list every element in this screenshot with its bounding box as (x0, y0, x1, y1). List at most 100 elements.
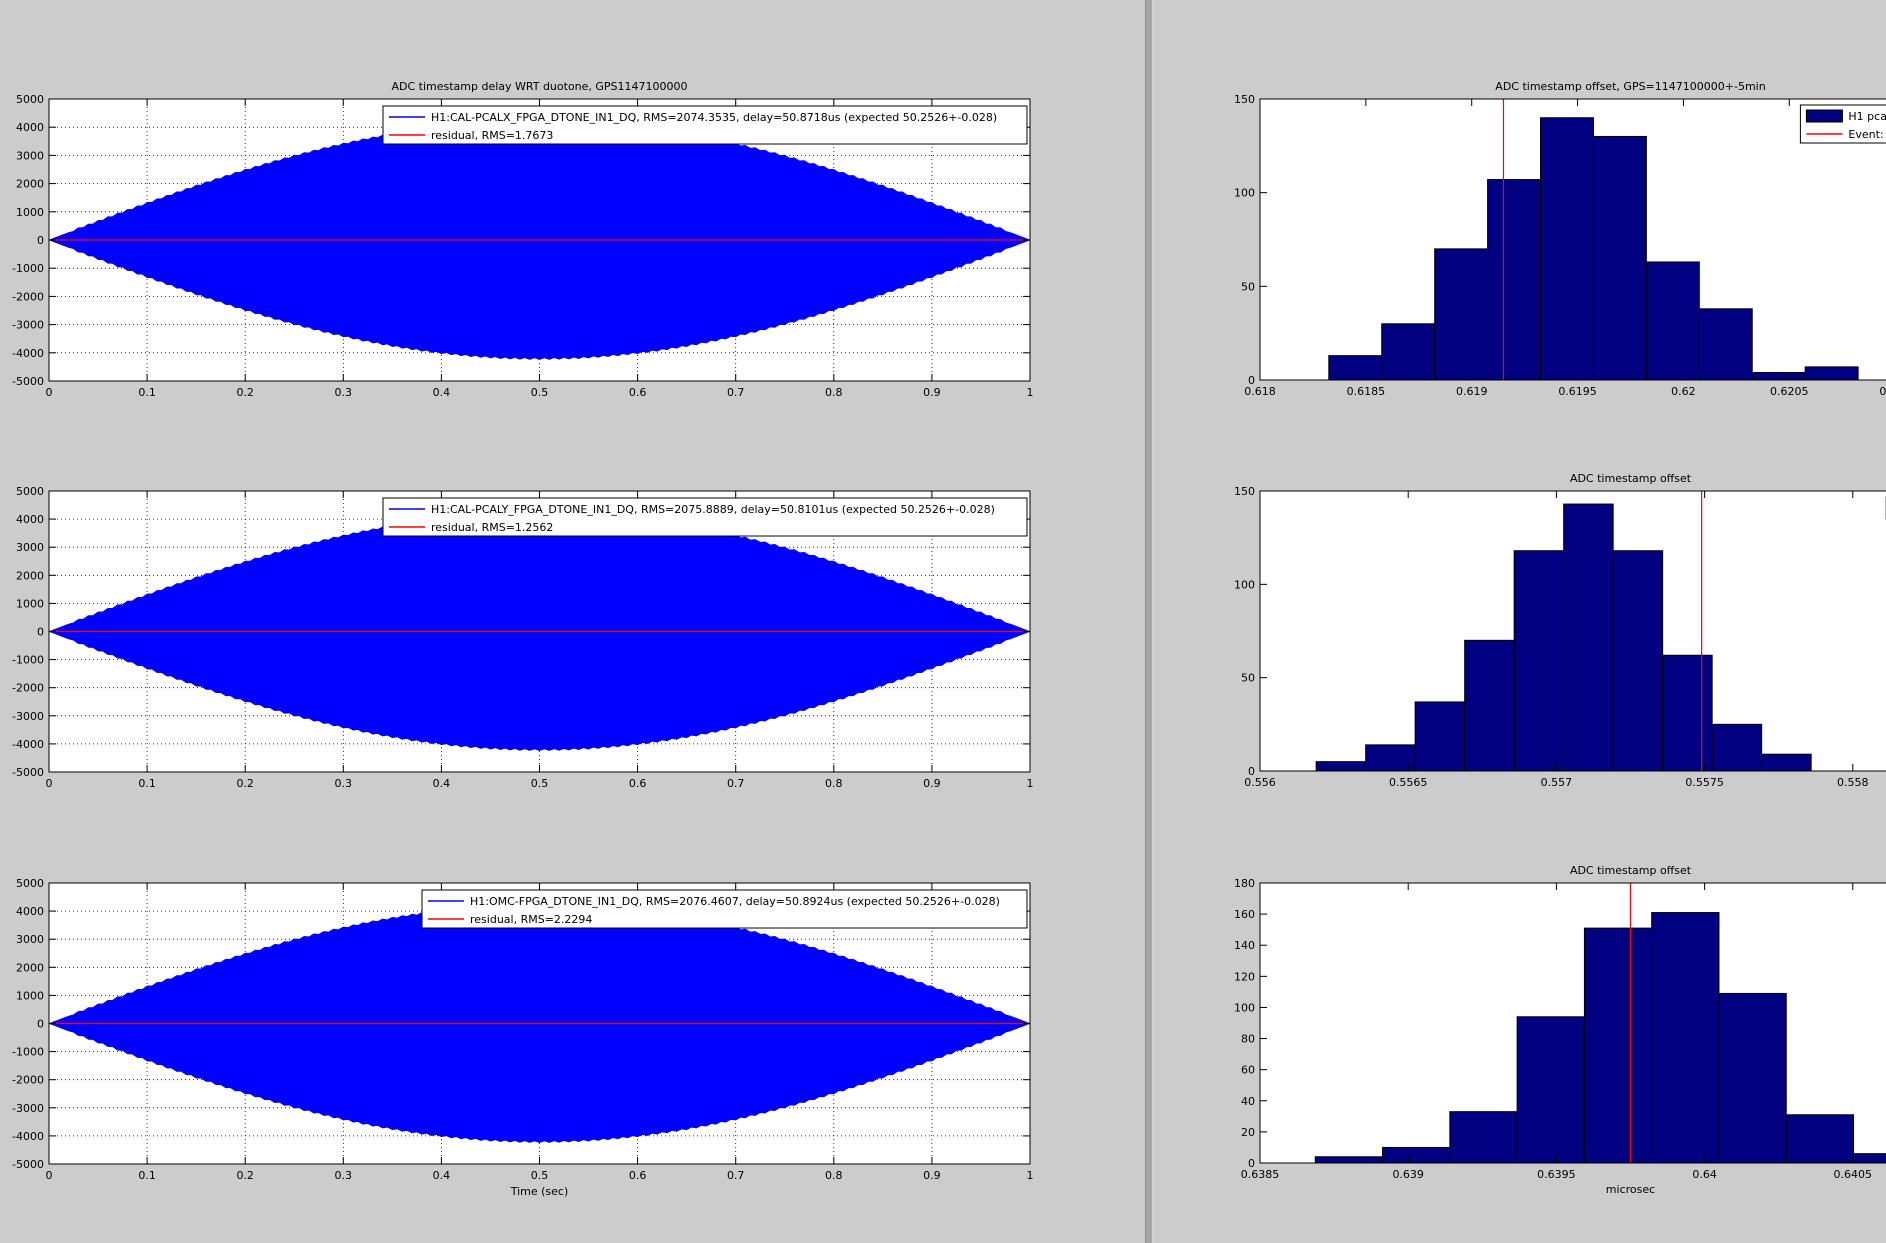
x-tick-label: 0.6 (629, 1169, 647, 1182)
y-tick-label: 0 (37, 1018, 44, 1031)
x-tick-label: 0.3 (335, 386, 353, 399)
right-figure-window: 0.6180.61850.6190.61950.620.62050.6210.6… (1153, 0, 1886, 1243)
y-tick-label: 160 (1234, 908, 1255, 921)
histogram-bar (1751, 372, 1806, 381)
y-tick-label: 140 (1234, 939, 1255, 952)
y-tick-label: -5000 (12, 1158, 44, 1171)
x-tick-label: 0.1 (138, 777, 156, 790)
x-tick-label: 0.3 (335, 1169, 353, 1182)
y-tick-label: 0 (1248, 765, 1255, 778)
histogram-bar (1381, 323, 1436, 381)
timeseries-axes-2: 0 0.1 0.2 0.3 0.4 0.5 0.6 0.7 0.8 0.9 1 -5000 -4000 -… (12, 485, 1033, 790)
legend-label-trace: H1:CAL-PCALX_FPGA_DTONE_IN1_DQ, RMS=2074… (431, 111, 997, 124)
histogram-bar (1513, 550, 1565, 772)
histogram-bar (1382, 1146, 1451, 1164)
histogram-bar (1718, 992, 1787, 1164)
histogram-bar (1645, 261, 1700, 381)
x-tick-label: 0.2 (236, 777, 254, 790)
histogram-bar (1449, 1111, 1518, 1164)
y-tick-label: -4000 (12, 1130, 44, 1143)
y-tick-label: -1000 (12, 654, 44, 667)
x-tick-label: 0.1 (138, 1169, 156, 1182)
histogram-bar (1583, 927, 1653, 1164)
x-tick-label: 0.6185 (1347, 385, 1386, 398)
x-tick-label: 0 (46, 777, 53, 790)
histogram-bar (1414, 701, 1466, 772)
window-divider[interactable] (1145, 0, 1153, 1243)
legend-label-residual: residual, RMS=1.2562 (431, 521, 553, 534)
histogram-bar (1314, 1156, 1384, 1164)
x-tick-label: 0.9 (923, 386, 941, 399)
legend: H1 pcalx Event: GPS=1147100000 (1799, 104, 1886, 144)
x-tick-label: 0.2 (236, 1169, 254, 1182)
y-tick-label: 4000 (16, 513, 44, 526)
x-tick-label: 0.7 (727, 1169, 745, 1182)
x-tick-label: 0.4 (433, 386, 451, 399)
y-tick-label: 1000 (16, 597, 44, 610)
x-tick-label: 0.8 (825, 1169, 843, 1182)
histogram-axes-3: 0.63850.6390.63950.640.64050.64102040608… (1234, 864, 1886, 1196)
y-tick-label: 100 (1234, 578, 1255, 591)
y-tick-label: 0 (37, 234, 44, 247)
left-figure-window: 0 0.1 0.2 0.3 0.4 0.5 0.6 0.7 0.8 0.9 1 -5000 -4000 -… (0, 0, 1145, 1243)
y-tick-label: -3000 (12, 319, 44, 332)
legend: H1:CAL-PCALY_FPGA_DTONE_IN1_DQ, RMS=2075… (382, 497, 1028, 537)
x-tick-label: 1 (1027, 777, 1034, 790)
y-tick-label: 100 (1234, 1001, 1255, 1014)
x-tick-label: 1 (1027, 1169, 1034, 1182)
histogram-bar (1761, 753, 1812, 772)
x-tick-label: 0.1 (138, 386, 156, 399)
x-tick-label: 0.6385 (1241, 1168, 1280, 1181)
y-tick-label: -2000 (12, 1074, 44, 1087)
histogram-bar (1563, 503, 1614, 772)
histogram-bar (1434, 248, 1489, 381)
timeseries-axes-1: 0 0.1 0.2 0.3 0.4 0.5 0.6 0.7 0.8 0.9 1 -5000 -4000 -… (12, 80, 1033, 399)
histogram-bar (1487, 179, 1542, 381)
y-tick-label: 2000 (16, 569, 44, 582)
x-tick-label: 0 (46, 1169, 53, 1182)
histogram-bar (1698, 308, 1753, 381)
x-axis-label: microsec (1606, 1183, 1655, 1196)
y-tick-label: 4000 (16, 121, 44, 134)
chart-title: ADC timestamp delay WRT duotone, GPS1147… (391, 80, 687, 93)
x-tick-label: 0.6195 (1558, 385, 1597, 398)
time-series-figure: 0 0.1 0.2 0.3 0.4 0.5 0.6 0.7 0.8 0.9 1 -5000 -4000 -… (12, 80, 1033, 1198)
chart-title: ADC timestamp offset (1570, 864, 1692, 877)
y-tick-label: 40 (1241, 1095, 1255, 1108)
x-tick-label: 0.4 (433, 777, 451, 790)
y-tick-label: 1000 (16, 206, 44, 219)
y-tick-label: 80 (1241, 1033, 1255, 1046)
x-tick-label: 0.5 (531, 386, 549, 399)
histogram-figure: 0.6180.61850.6190.61950.620.62050.6210.6… (1234, 80, 1886, 1196)
x-tick-label: 0.6405 (1834, 1168, 1873, 1181)
histogram-bar (1464, 639, 1515, 772)
x-tick-label: 0.6 (629, 777, 647, 790)
y-tick-label: 50 (1241, 280, 1255, 293)
y-tick-label: 20 (1241, 1126, 1255, 1139)
y-tick-label: 180 (1234, 877, 1255, 890)
legend-label-trace: H1:CAL-PCALY_FPGA_DTONE_IN1_DQ, RMS=2075… (431, 503, 995, 516)
x-tick-label: 0 (46, 386, 53, 399)
x-tick-label: 0.8 (825, 386, 843, 399)
legend-label-trace: H1:OMC-FPGA_DTONE_IN1_DQ, RMS=2076.4607,… (470, 895, 1000, 908)
y-tick-label: 5000 (16, 485, 44, 498)
x-axis-label: Time (sec) (510, 1185, 569, 1198)
x-tick-label: 0.6 (629, 386, 647, 399)
legend-label-bar: H1 pcalx (1848, 110, 1886, 123)
histogram-bar (1711, 723, 1763, 772)
y-tick-label: 2000 (16, 178, 44, 191)
y-tick-label: 3000 (16, 541, 44, 554)
timeseries-axes-3: 0 0.1 0.2 0.3 0.4 0.5 0.6 0.7 0.8 0.9 1 -5000 -4000 -… (12, 877, 1033, 1198)
x-tick-label: 1 (1027, 386, 1034, 399)
y-tick-label: 5000 (16, 93, 44, 106)
x-tick-label: 0.3 (335, 777, 353, 790)
x-tick-label: 0.64 (1692, 1168, 1717, 1181)
x-tick-label: 0.5 (531, 1169, 549, 1182)
x-tick-label: 0.4 (433, 1169, 451, 1182)
legend-label-residual: residual, RMS=2.2294 (470, 913, 592, 926)
x-tick-label: 0.639 (1392, 1168, 1424, 1181)
x-tick-label: 0.9 (923, 1169, 941, 1182)
y-tick-label: 0 (1248, 374, 1255, 387)
y-tick-label: 5000 (16, 877, 44, 890)
screen: 0 0.1 0.2 0.3 0.4 0.5 0.6 0.7 0.8 0.9 1 -5000 -4000 -… (0, 0, 1886, 1243)
